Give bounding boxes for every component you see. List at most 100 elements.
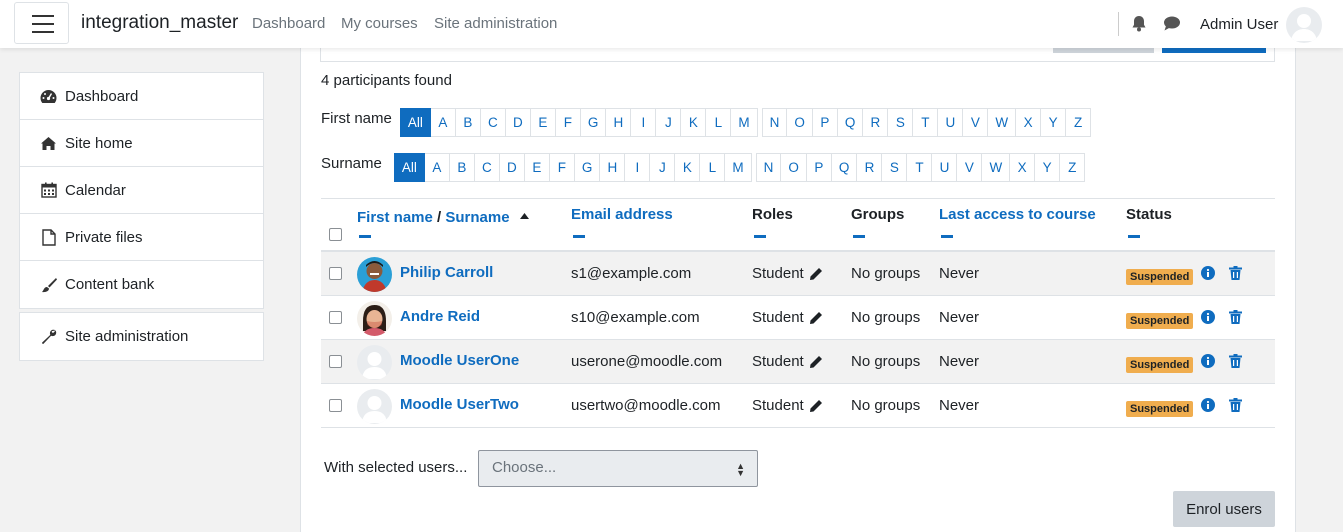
edit-roles-pencil-icon[interactable] (809, 267, 823, 285)
messages-icon[interactable] (1163, 16, 1181, 35)
firstname-initial-f[interactable]: F (555, 108, 581, 137)
firstname-initial-i[interactable]: I (631, 108, 657, 137)
user-profile-link[interactable]: Moodle UserOne (400, 352, 519, 369)
drawer-item-private-files[interactable]: Private files (20, 214, 263, 261)
surname-initial-c[interactable]: C (474, 153, 500, 182)
site-name[interactable]: integration_master (81, 12, 238, 34)
surname-initial-m[interactable]: M (725, 153, 752, 182)
edit-roles-pencil-icon[interactable] (809, 399, 823, 417)
unenrol-trash-icon[interactable] (1229, 398, 1242, 416)
select-all-checkbox[interactable] (329, 228, 342, 241)
nav-link-site-administration[interactable]: Site administration (434, 15, 557, 32)
firstname-initial-z[interactable]: Z (1066, 108, 1092, 137)
enrolment-details-info-icon[interactable] (1201, 398, 1215, 416)
surname-initial-d[interactable]: D (499, 153, 525, 182)
surname-initial-h[interactable]: H (600, 153, 626, 182)
firstname-initial-w[interactable]: W (988, 108, 1017, 137)
firstname-initial-b[interactable]: B (455, 108, 481, 137)
drawer-item-site-home[interactable]: Site home (20, 120, 263, 167)
firstname-initial-g[interactable]: G (580, 108, 607, 137)
firstname-initial-p[interactable]: P (812, 108, 838, 137)
row-checkbox[interactable] (329, 267, 342, 280)
drawer-item-content-bank[interactable]: Content bank (20, 261, 263, 308)
firstname-initial-k[interactable]: K (681, 108, 707, 137)
unenrol-trash-icon[interactable] (1229, 266, 1242, 284)
enrol-users-button[interactable]: Enrol users (1173, 491, 1275, 527)
edit-roles-pencil-icon[interactable] (809, 311, 823, 329)
nav-link-my-courses[interactable]: My courses (341, 15, 418, 32)
user-profile-link[interactable]: Andre Reid (400, 308, 480, 325)
user-profile-link[interactable]: Moodle UserTwo (400, 396, 519, 413)
row-checkbox[interactable] (329, 399, 342, 412)
hide-column-last-access-icon[interactable] (941, 235, 953, 238)
surname-initial-q[interactable]: Q (831, 153, 858, 182)
firstname-initial-o[interactable]: O (787, 108, 813, 137)
drawer-item-calendar[interactable]: Calendar (20, 167, 263, 214)
hide-column-email-icon[interactable] (573, 235, 585, 238)
hide-column-name-icon[interactable] (359, 235, 371, 238)
firstname-initial-s[interactable]: S (888, 108, 914, 137)
firstname-initial-j[interactable]: J (656, 108, 682, 137)
user-profile-link[interactable]: Philip Carroll (400, 264, 493, 281)
surname-initial-x[interactable]: X (1010, 153, 1036, 182)
menu-toggle-button[interactable] (14, 2, 69, 44)
surname-initial-v[interactable]: V (957, 153, 983, 182)
surname-initial-f[interactable]: F (549, 153, 575, 182)
surname-initial-u[interactable]: U (932, 153, 958, 182)
unenrol-trash-icon[interactable] (1229, 310, 1242, 328)
unenrol-trash-icon[interactable] (1229, 354, 1242, 372)
surname-initial-g[interactable]: G (574, 153, 601, 182)
surname-initial-z[interactable]: Z (1060, 153, 1086, 182)
surname-initial-j[interactable]: J (650, 153, 676, 182)
sort-firstname-link[interactable]: First name (357, 209, 433, 226)
enrolment-details-info-icon[interactable] (1201, 310, 1215, 328)
surname-initial-k[interactable]: K (675, 153, 701, 182)
hide-column-status-icon[interactable] (1128, 235, 1140, 238)
edit-roles-pencil-icon[interactable] (809, 355, 823, 373)
firstname-initial-d[interactable]: D (505, 108, 531, 137)
surname-initial-r[interactable]: R (857, 153, 883, 182)
drawer-item-site-administration[interactable]: Site administration (20, 313, 263, 360)
firstname-initial-r[interactable]: R (863, 108, 889, 137)
surname-initial-b[interactable]: B (449, 153, 475, 182)
nav-link-dashboard[interactable]: Dashboard (252, 15, 325, 32)
firstname-initial-y[interactable]: Y (1041, 108, 1067, 137)
surname-initial-e[interactable]: E (524, 153, 550, 182)
surname-initial-s[interactable]: S (882, 153, 908, 182)
firstname-initial-q[interactable]: Q (837, 108, 864, 137)
surname-initial-y[interactable]: Y (1035, 153, 1061, 182)
surname-initial-i[interactable]: I (625, 153, 651, 182)
surname-initial-n[interactable]: N (755, 153, 782, 182)
hide-column-roles-icon[interactable] (754, 235, 766, 238)
firstname-initial-n[interactable]: N (761, 108, 788, 137)
sort-surname-link[interactable]: Surname (445, 209, 509, 226)
firstname-initial-c[interactable]: C (480, 108, 506, 137)
user-avatar[interactable] (1286, 7, 1322, 43)
sort-email-link[interactable]: Email address (571, 206, 673, 223)
firstname-initial-u[interactable]: U (938, 108, 964, 137)
firstname-initial-x[interactable]: X (1016, 108, 1042, 137)
firstname-initial-v[interactable]: V (963, 108, 989, 137)
user-menu-name[interactable]: Admin User (1200, 16, 1278, 33)
surname-initial-all[interactable]: All (393, 153, 425, 182)
surname-initial-p[interactable]: P (806, 153, 832, 182)
firstname-initial-a[interactable]: A (430, 108, 456, 137)
drawer-item-dashboard[interactable]: Dashboard (20, 73, 263, 120)
surname-initial-t[interactable]: T (907, 153, 933, 182)
row-checkbox[interactable] (329, 355, 342, 368)
firstname-initial-l[interactable]: L (706, 108, 732, 137)
surname-initial-l[interactable]: L (700, 153, 726, 182)
surname-initial-w[interactable]: W (982, 153, 1011, 182)
surname-initial-o[interactable]: O (781, 153, 807, 182)
firstname-initial-h[interactable]: H (606, 108, 632, 137)
enrolment-details-info-icon[interactable] (1201, 354, 1215, 372)
hide-column-groups-icon[interactable] (853, 235, 865, 238)
firstname-initial-m[interactable]: M (731, 108, 758, 137)
firstname-initial-t[interactable]: T (913, 108, 939, 137)
row-checkbox[interactable] (329, 311, 342, 324)
firstname-initial-all[interactable]: All (399, 108, 431, 137)
bulk-action-select[interactable]: Choose... ▲ ▼ (478, 450, 758, 487)
surname-initial-a[interactable]: A (424, 153, 450, 182)
firstname-initial-e[interactable]: E (530, 108, 556, 137)
bell-icon[interactable] (1131, 15, 1147, 36)
